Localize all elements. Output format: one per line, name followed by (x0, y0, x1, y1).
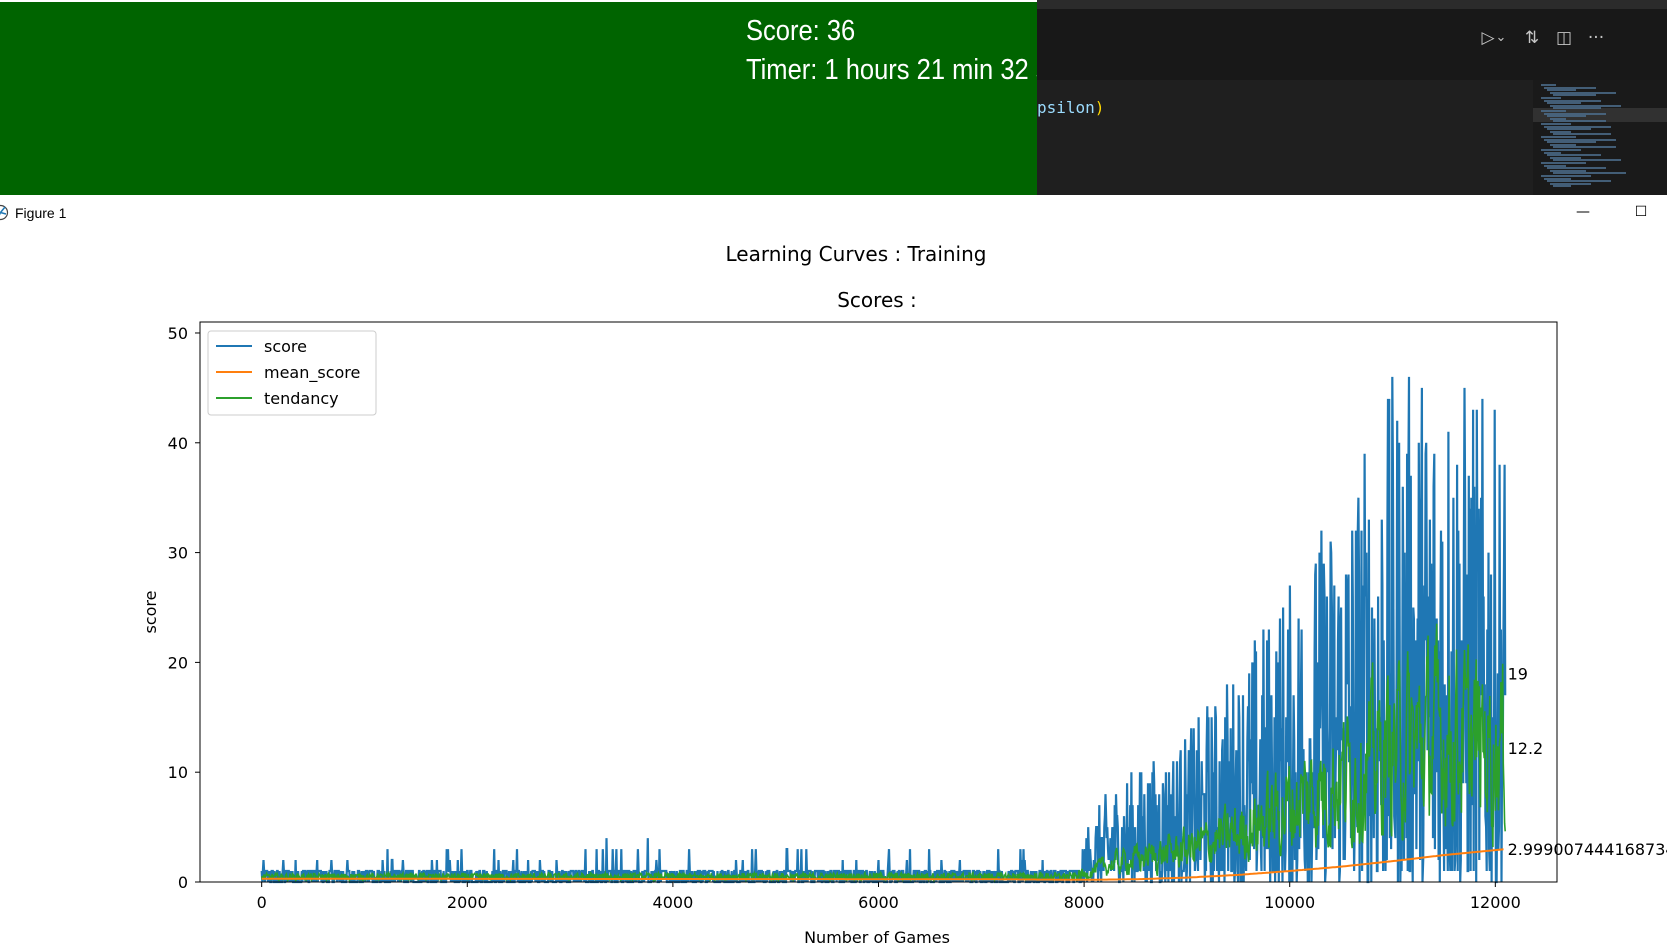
legend-label: tendancy (264, 389, 339, 408)
editor-minimap[interactable] (1533, 80, 1667, 195)
x-tick-label: 12000 (1470, 893, 1521, 912)
chevron-down-icon[interactable]: ⌄ (1493, 25, 1509, 51)
game-timer-label: Timer: 1 hours 21 min 32 s (746, 54, 1037, 86)
legend-label: score (264, 337, 307, 356)
code-identifier: psilon (1037, 98, 1095, 117)
figure-window-title: Figure 1 (15, 205, 67, 221)
minimize-button[interactable]: — (1560, 197, 1606, 227)
x-tick-label: 2000 (447, 893, 488, 912)
x-tick-label: 4000 (653, 893, 694, 912)
code-paren: ) (1094, 98, 1105, 117)
chart-suptitle: Learning Curves : Training (726, 242, 987, 266)
game-window: Score: 36 Timer: 1 hours 21 min 32 s (0, 2, 1037, 195)
y-tick-label: 0 (178, 873, 188, 892)
y-tick-label: 30 (168, 544, 188, 563)
x-axis-label: Number of Games (804, 928, 950, 947)
legend-label: mean_score (264, 363, 360, 383)
chart-title: Scores : (837, 288, 917, 312)
matplotlib-icon (0, 204, 9, 221)
y-tick-label: 10 (168, 763, 188, 782)
more-actions-icon[interactable]: ··· (1583, 25, 1609, 51)
value-annotations: 19 12.2 2.999007444168734 (1508, 664, 1667, 859)
split-editor-icon[interactable]: ◫ (1551, 25, 1577, 51)
x-axis: 0 2000 4000 6000 8000 10000 12000 (257, 882, 1521, 912)
plot-area (199, 321, 1558, 884)
code-line: psilon) (1037, 98, 1104, 117)
value-annotation: 12.2 (1508, 739, 1544, 758)
x-tick-label: 6000 (858, 893, 899, 912)
maximize-button[interactable]: ☐ (1618, 197, 1664, 227)
x-tick-label: 8000 (1064, 893, 1105, 912)
y-axis-label: score (141, 591, 160, 634)
chart-legend: score mean_score tendancy (207, 330, 377, 416)
value-annotation: 2.999007444168734 (1508, 840, 1667, 859)
editor-code-area[interactable]: psilon) (1037, 80, 1533, 195)
x-tick-label: 0 (257, 893, 267, 912)
game-score-label: Score: 36 (746, 15, 856, 47)
editor-title-strip (1037, 0, 1667, 9)
value-annotation: 19 (1508, 664, 1528, 683)
figure-title-bar: Figure 1 — ☐ (0, 195, 1667, 231)
y-tick-label: 40 (168, 434, 188, 453)
code-editor-window: ▷ ⌄ ⇅ ◫ ··· psilon) (1037, 0, 1667, 195)
y-tick-label: 20 (168, 653, 188, 672)
y-tick-label: 50 (168, 324, 188, 343)
editor-tab-bar: ▷ ⌄ ⇅ ◫ ··· (1037, 9, 1667, 80)
learning-curve-chart: Learning Curves : Training Scores : 0 200… (141, 242, 1667, 947)
x-tick-label: 10000 (1264, 893, 1315, 912)
minimap-code-line (1553, 185, 1571, 188)
y-axis: 0 10 20 30 40 50 (168, 324, 200, 892)
compare-changes-icon[interactable]: ⇅ (1519, 25, 1545, 51)
